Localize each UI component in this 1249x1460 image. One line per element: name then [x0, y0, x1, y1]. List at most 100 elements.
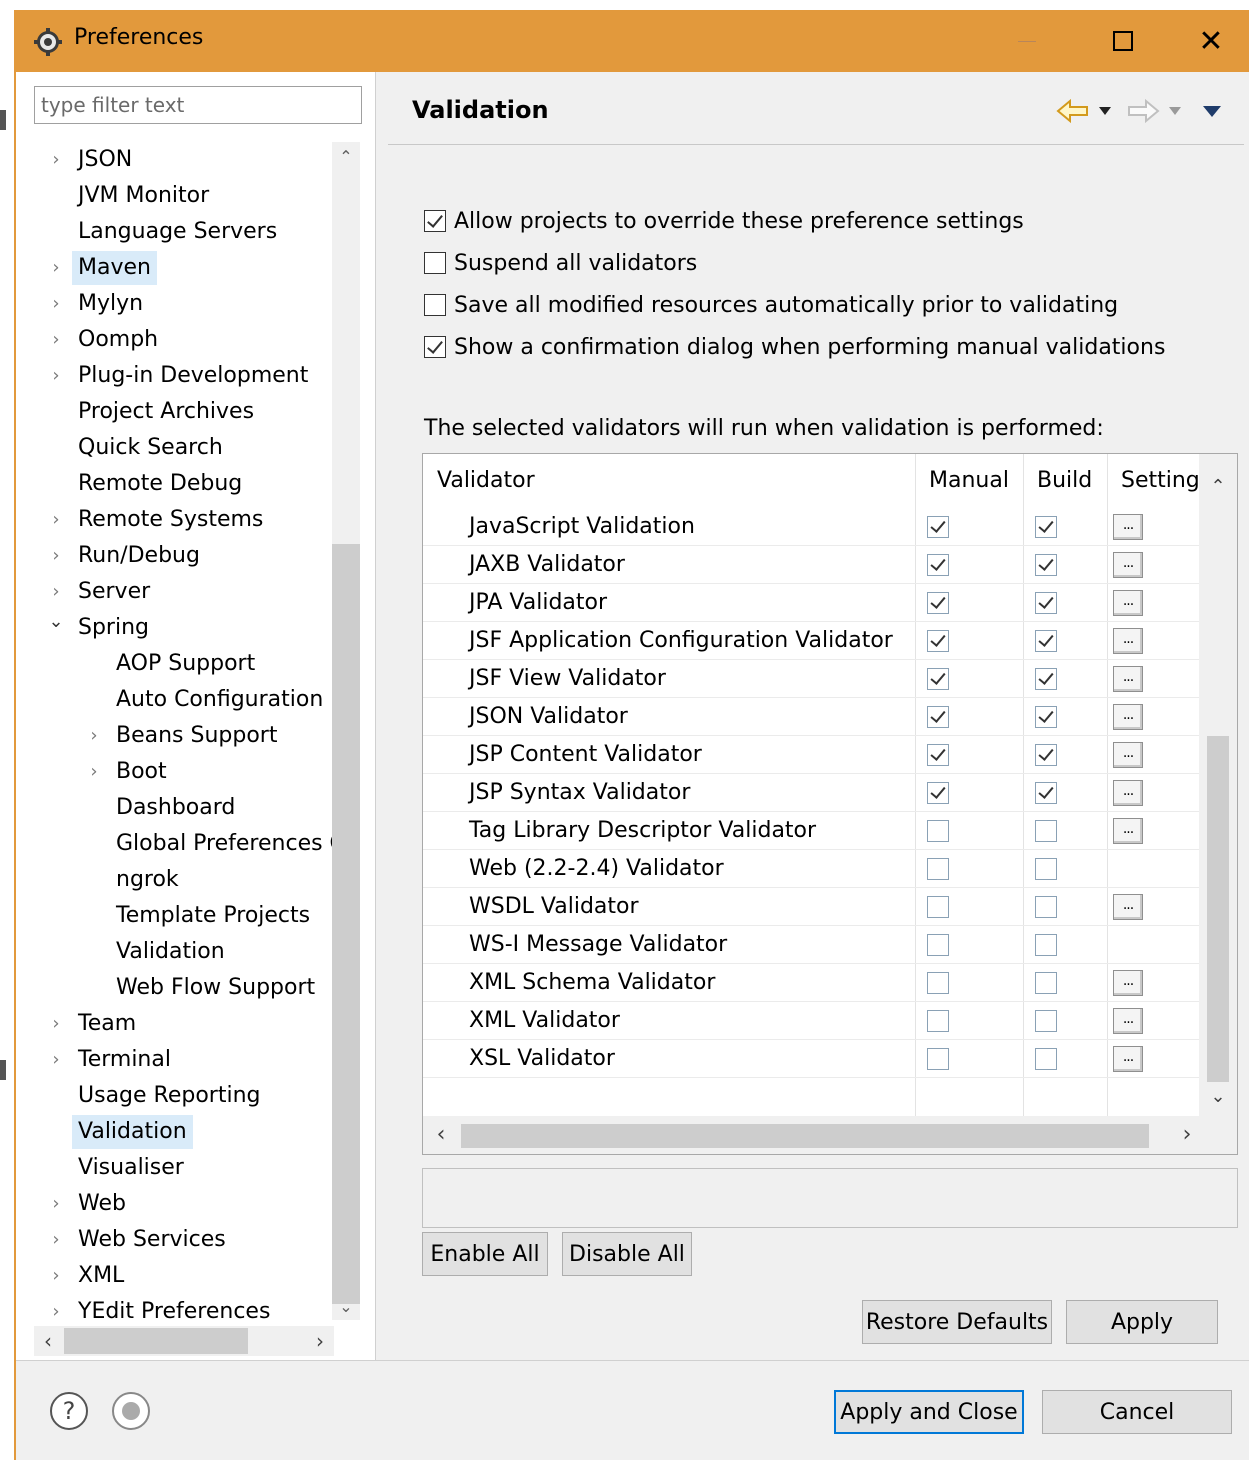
chevron-down-icon[interactable]: ⌄	[46, 610, 66, 640]
manual-checkbox[interactable]	[927, 1048, 949, 1070]
tree-item[interactable]: Validation	[16, 1114, 332, 1150]
tree-item[interactable]: › Run/Debug	[16, 538, 332, 574]
tree-item[interactable]: › Web	[16, 1186, 332, 1222]
scroll-right-arrow-icon[interactable]: ›	[1169, 1116, 1205, 1154]
tree-item[interactable]: Auto Configuration	[16, 682, 332, 718]
chevron-right-icon[interactable]: ›	[46, 250, 66, 286]
tree-item[interactable]: › Terminal	[16, 1042, 332, 1078]
disable-all-button[interactable]: Disable All	[562, 1232, 692, 1276]
tree-item[interactable]: › XML	[16, 1258, 332, 1294]
manual-checkbox[interactable]	[927, 782, 949, 804]
title-bar[interactable]: Preferences ✕	[16, 10, 1249, 72]
manual-checkbox[interactable]	[927, 1010, 949, 1032]
settings-button[interactable]: ...	[1113, 666, 1143, 692]
settings-button[interactable]: ...	[1113, 514, 1143, 540]
manual-checkbox[interactable]	[927, 706, 949, 728]
table-row[interactable]: XML Schema Validator...	[423, 964, 1199, 1002]
scrollbar-thumb[interactable]	[64, 1328, 248, 1354]
settings-button[interactable]: ...	[1113, 590, 1143, 616]
apply-and-close-button[interactable]: Apply and Close	[834, 1390, 1024, 1434]
tree-item[interactable]: Web Flow Support	[16, 970, 332, 1006]
checkbox[interactable]	[424, 294, 446, 316]
build-checkbox[interactable]	[1035, 896, 1057, 918]
table-row[interactable]: JavaScript Validation...	[423, 508, 1199, 546]
chevron-right-icon[interactable]: ›	[46, 1042, 66, 1078]
scroll-down-arrow-icon[interactable]: ⌄	[332, 1294, 360, 1320]
settings-button[interactable]: ...	[1113, 1008, 1143, 1034]
tree-item[interactable]: ngrok	[16, 862, 332, 898]
scroll-left-arrow-icon[interactable]: ‹	[423, 1116, 459, 1154]
tree-item[interactable]: › Plug-in Development	[16, 358, 332, 394]
table-row[interactable]: JPA Validator...	[423, 584, 1199, 622]
tree-item[interactable]: › Oomph	[16, 322, 332, 358]
table-row[interactable]: XSL Validator...	[423, 1040, 1199, 1078]
settings-button[interactable]: ...	[1113, 780, 1143, 806]
column-header-settings[interactable]: Settings	[1107, 454, 1199, 508]
tree-item[interactable]: Quick Search	[16, 430, 332, 466]
build-checkbox[interactable]	[1035, 516, 1057, 538]
build-checkbox[interactable]	[1035, 592, 1057, 614]
tree-item[interactable]: JVM Monitor	[16, 178, 332, 214]
tree-item[interactable]: Visualiser	[16, 1150, 332, 1186]
chevron-right-icon[interactable]: ›	[46, 322, 66, 358]
tree-item[interactable]: › Mylyn	[16, 286, 332, 322]
table-row[interactable]: JSON Validator...	[423, 698, 1199, 736]
tree-item[interactable]: › Web Services	[16, 1222, 332, 1258]
tree-item[interactable]: › JSON	[16, 142, 332, 178]
checkbox[interactable]	[424, 252, 446, 274]
record-macro-icon[interactable]	[112, 1392, 150, 1430]
table-row[interactable]: JAXB Validator...	[423, 546, 1199, 584]
settings-button[interactable]: ...	[1113, 970, 1143, 996]
tree-vertical-scrollbar[interactable]: ⌃ ⌄	[332, 142, 360, 1320]
table-row[interactable]: XML Validator...	[423, 1002, 1199, 1040]
table-row[interactable]: JSF Application Configuration Validator.…	[423, 622, 1199, 660]
manual-checkbox[interactable]	[927, 972, 949, 994]
tree-horizontal-scrollbar[interactable]: ‹ ›	[34, 1326, 334, 1356]
build-checkbox[interactable]	[1035, 706, 1057, 728]
view-menu-icon[interactable]	[1202, 104, 1222, 118]
chevron-right-icon[interactable]: ›	[46, 1258, 66, 1294]
manual-checkbox[interactable]	[927, 554, 949, 576]
tree-item[interactable]: Remote Debug	[16, 466, 332, 502]
table-horizontal-scrollbar[interactable]: ‹ ›	[423, 1116, 1237, 1154]
scrollbar-thumb[interactable]	[1207, 736, 1229, 1082]
settings-button[interactable]: ...	[1113, 818, 1143, 844]
table-row[interactable]: WSDL Validator...	[423, 888, 1199, 926]
checkbox[interactable]	[424, 210, 446, 232]
chevron-right-icon[interactable]: ›	[84, 754, 104, 790]
chevron-right-icon[interactable]: ›	[46, 1186, 66, 1222]
chevron-right-icon[interactable]: ›	[46, 502, 66, 538]
help-icon[interactable]: ?	[50, 1392, 88, 1430]
tree-item[interactable]: › Maven	[16, 250, 332, 286]
settings-button[interactable]: ...	[1113, 704, 1143, 730]
table-row[interactable]: JSP Syntax Validator...	[423, 774, 1199, 812]
chevron-right-icon[interactable]: ›	[46, 538, 66, 574]
manual-checkbox[interactable]	[927, 934, 949, 956]
table-row[interactable]: WS-I Message Validator	[423, 926, 1199, 964]
checkbox[interactable]	[424, 336, 446, 358]
chevron-right-icon[interactable]: ›	[46, 1222, 66, 1258]
chevron-right-icon[interactable]: ›	[46, 286, 66, 322]
forward-arrow-icon[interactable]	[1126, 98, 1160, 124]
manual-checkbox[interactable]	[927, 744, 949, 766]
chevron-right-icon[interactable]: ›	[46, 1294, 66, 1330]
column-header-manual[interactable]: Manual	[915, 454, 1009, 508]
manual-checkbox[interactable]	[927, 592, 949, 614]
tree-item[interactable]: Global Preferences C	[16, 826, 332, 862]
manual-checkbox[interactable]	[927, 516, 949, 538]
manual-checkbox[interactable]	[927, 630, 949, 652]
column-header-build[interactable]: Build	[1023, 454, 1092, 508]
build-checkbox[interactable]	[1035, 554, 1057, 576]
option-show-confirmation[interactable]: Show a confirmation dialog when performi…	[424, 330, 1165, 364]
settings-button[interactable]: ...	[1113, 1046, 1143, 1072]
settings-button[interactable]: ...	[1113, 628, 1143, 654]
apply-button[interactable]: Apply	[1066, 1300, 1218, 1344]
table-row[interactable]: Web (2.2-2.4) Validator	[423, 850, 1199, 888]
build-checkbox[interactable]	[1035, 934, 1057, 956]
build-checkbox[interactable]	[1035, 1010, 1057, 1032]
option-allow-override[interactable]: Allow projects to override these prefere…	[424, 204, 1024, 238]
build-checkbox[interactable]	[1035, 858, 1057, 880]
tree-item[interactable]: › Remote Systems	[16, 502, 332, 538]
back-history-dropdown-icon[interactable]	[1098, 106, 1112, 116]
tree-item[interactable]: Dashboard	[16, 790, 332, 826]
